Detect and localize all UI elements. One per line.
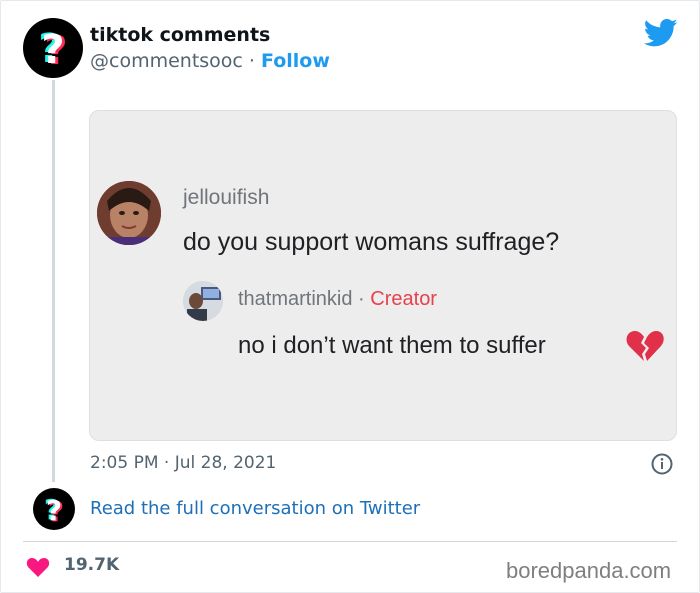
follow-button[interactable]: Follow [261, 50, 330, 72]
twitter-bird-icon[interactable] [644, 18, 678, 48]
like-count[interactable]: 19.7K [64, 555, 119, 575]
footer-divider [23, 541, 677, 542]
commenter-avatar [97, 181, 161, 245]
account-handle[interactable]: @commentsooc [90, 50, 243, 72]
svg-text:?: ? [46, 494, 62, 527]
handle-separator: · [242, 50, 261, 72]
comment-text: do you support womans suffrage? [183, 228, 560, 256]
creator-avatar [183, 281, 223, 321]
thread-line [52, 80, 55, 482]
creator-line: thatmartinkid · Creator [238, 288, 437, 311]
info-icon[interactable] [650, 452, 674, 476]
reply-text: no i don’t want them to suffer [238, 332, 546, 359]
svg-text:?: ? [41, 27, 64, 73]
broken-heart-icon [626, 331, 664, 361]
creator-badge: Creator [370, 288, 437, 310]
creator-separator: · [352, 288, 371, 310]
account-avatar[interactable]: ? ? ? [23, 18, 83, 78]
conversation-avatar[interactable]: ? ? ? [33, 488, 75, 530]
commenter-username: jellouifish [183, 186, 270, 209]
account-name[interactable]: tiktok comments [90, 24, 270, 46]
heart-icon[interactable] [26, 556, 50, 578]
tweet-timestamp[interactable]: 2:05 PM · Jul 28, 2021 [90, 453, 276, 473]
tiktok-question-mark-icon: ? ? ? [44, 493, 64, 528]
tiktok-question-mark-icon: ? ? ? [38, 26, 67, 74]
watermark: boredpanda.com [506, 558, 672, 583]
creator-username: thatmartinkid [238, 288, 353, 310]
embedded-image[interactable]: jellouifish do you support womans suffra… [89, 110, 677, 441]
read-conversation-link[interactable]: Read the full conversation on Twitter [90, 498, 420, 519]
account-subline: @commentsooc · Follow [90, 50, 330, 72]
